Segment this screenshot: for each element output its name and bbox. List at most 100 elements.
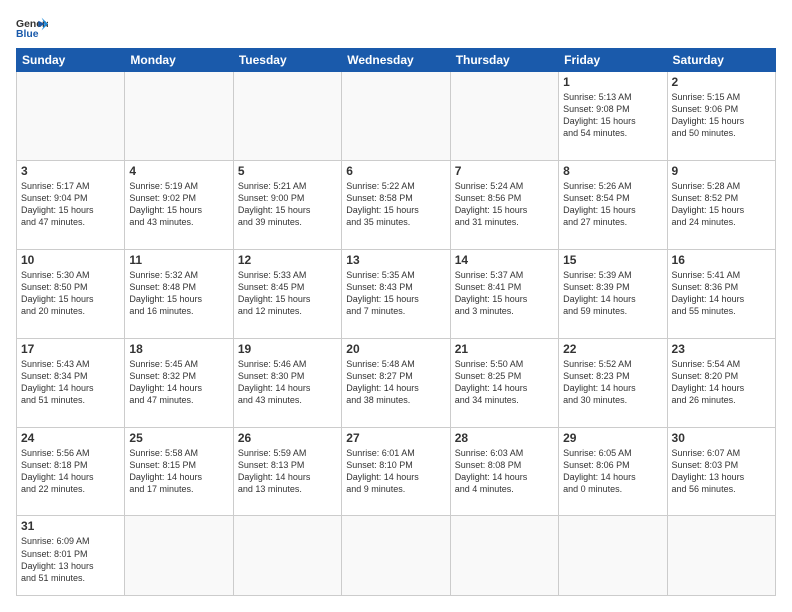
day-number: 24 xyxy=(21,431,120,445)
day-number: 22 xyxy=(563,342,662,356)
logo: General Blue xyxy=(16,16,48,40)
cell-content: Sunrise: 5:52 AM Sunset: 8:23 PM Dayligh… xyxy=(563,358,662,407)
cell-content: Sunrise: 5:58 AM Sunset: 8:15 PM Dayligh… xyxy=(129,447,228,496)
calendar-cell: 11Sunrise: 5:32 AM Sunset: 8:48 PM Dayli… xyxy=(125,249,233,338)
calendar-cell xyxy=(667,516,775,596)
cell-content: Sunrise: 5:35 AM Sunset: 8:43 PM Dayligh… xyxy=(346,269,445,318)
calendar-cell: 7 Sunrise: 5:24 AM Sunset: 8:56 PM Daylig… xyxy=(450,160,558,249)
day-number: 6 xyxy=(346,164,445,178)
cell-content: Sunrise: 5:30 AM Sunset: 8:50 PM Dayligh… xyxy=(21,269,120,318)
cell-content: Sunrise: 5:15 AM Sunset: 9:06 PM Dayligh… xyxy=(672,91,771,140)
day-number: 31 xyxy=(21,519,120,533)
day-number: 28 xyxy=(455,431,554,445)
weekday-header-monday: Monday xyxy=(125,49,233,72)
day-number: 12 xyxy=(238,253,337,267)
calendar-cell: 25Sunrise: 5:58 AM Sunset: 8:15 PM Dayli… xyxy=(125,427,233,516)
cell-content: Sunrise: 5:46 AM Sunset: 8:30 PM Dayligh… xyxy=(238,358,337,407)
calendar-cell xyxy=(17,72,125,161)
day-number: 18 xyxy=(129,342,228,356)
week-row-4: 24 Sunrise: 5:56 AM Sunset: 8:18 PM Dayli… xyxy=(17,427,776,516)
calendar-cell xyxy=(342,516,450,596)
cell-content: Sunrise: 5:59 AM Sunset: 8:13 PM Dayligh… xyxy=(238,447,337,496)
cell-content: Sunrise: 5:21 AM Sunset: 9:00 PM Dayligh… xyxy=(238,180,337,229)
calendar-cell xyxy=(559,516,667,596)
calendar-cell: 6Sunrise: 5:22 AM Sunset: 8:58 PM Daylig… xyxy=(342,160,450,249)
day-number: 4 xyxy=(129,164,228,178)
weekday-header-tuesday: Tuesday xyxy=(233,49,341,72)
day-number: 2 xyxy=(672,75,771,89)
day-number: 29 xyxy=(563,431,662,445)
cell-content: Sunrise: 5:45 AM Sunset: 8:32 PM Dayligh… xyxy=(129,358,228,407)
day-number: 7 xyxy=(455,164,554,178)
calendar-cell: 17Sunrise: 5:43 AM Sunset: 8:34 PM Dayli… xyxy=(17,338,125,427)
page: General Blue SundayMondayTuesdayWednesda… xyxy=(0,0,792,612)
cell-content: Sunrise: 6:09 AM Sunset: 8:01 PM Dayligh… xyxy=(21,535,120,584)
weekday-header-friday: Friday xyxy=(559,49,667,72)
calendar-cell xyxy=(342,72,450,161)
day-number: 8 xyxy=(563,164,662,178)
cell-content: Sunrise: 5:32 AM Sunset: 8:48 PM Dayligh… xyxy=(129,269,228,318)
cell-content: Sunrise: 5:43 AM Sunset: 8:34 PM Dayligh… xyxy=(21,358,120,407)
day-number: 3 xyxy=(21,164,120,178)
week-row-1: 3 Sunrise: 5:17 AM Sunset: 9:04 PM Daylig… xyxy=(17,160,776,249)
calendar-cell: 24 Sunrise: 5:56 AM Sunset: 8:18 PM Dayli… xyxy=(17,427,125,516)
cell-content: Sunrise: 6:07 AM Sunset: 8:03 PM Dayligh… xyxy=(672,447,771,496)
calendar-cell: 19 Sunrise: 5:46 AM Sunset: 8:30 PM Dayli… xyxy=(233,338,341,427)
day-number: 26 xyxy=(238,431,337,445)
svg-text:Blue: Blue xyxy=(16,29,39,40)
cell-content: Sunrise: 6:03 AM Sunset: 8:08 PM Dayligh… xyxy=(455,447,554,496)
calendar-cell: 26 Sunrise: 5:59 AM Sunset: 8:13 PM Dayli… xyxy=(233,427,341,516)
calendar-cell: 16Sunrise: 5:41 AM Sunset: 8:36 PM Dayli… xyxy=(667,249,775,338)
cell-content: Sunrise: 6:05 AM Sunset: 8:06 PM Dayligh… xyxy=(563,447,662,496)
cell-content: Sunrise: 5:17 AM Sunset: 9:04 PM Dayligh… xyxy=(21,180,120,229)
cell-content: Sunrise: 5:37 AM Sunset: 8:41 PM Dayligh… xyxy=(455,269,554,318)
calendar-cell: 21 Sunrise: 5:50 AM Sunset: 8:25 PM Dayli… xyxy=(450,338,558,427)
weekday-header-row: SundayMondayTuesdayWednesdayThursdayFrid… xyxy=(17,49,776,72)
day-number: 16 xyxy=(672,253,771,267)
calendar-cell: 28 Sunrise: 6:03 AM Sunset: 8:08 PM Dayli… xyxy=(450,427,558,516)
calendar-cell: 1Sunrise: 5:13 AM Sunset: 9:08 PM Daylig… xyxy=(559,72,667,161)
calendar-cell: 20 Sunrise: 5:48 AM Sunset: 8:27 PM Dayli… xyxy=(342,338,450,427)
cell-content: Sunrise: 6:01 AM Sunset: 8:10 PM Dayligh… xyxy=(346,447,445,496)
day-number: 5 xyxy=(238,164,337,178)
calendar-cell: 13 Sunrise: 5:35 AM Sunset: 8:43 PM Dayli… xyxy=(342,249,450,338)
calendar-cell: 22 Sunrise: 5:52 AM Sunset: 8:23 PM Dayli… xyxy=(559,338,667,427)
calendar-cell: 15Sunrise: 5:39 AM Sunset: 8:39 PM Dayli… xyxy=(559,249,667,338)
day-number: 13 xyxy=(346,253,445,267)
calendar-cell: 30 Sunrise: 6:07 AM Sunset: 8:03 PM Dayli… xyxy=(667,427,775,516)
calendar-cell xyxy=(233,516,341,596)
weekday-header-thursday: Thursday xyxy=(450,49,558,72)
cell-content: Sunrise: 5:28 AM Sunset: 8:52 PM Dayligh… xyxy=(672,180,771,229)
day-number: 21 xyxy=(455,342,554,356)
calendar-cell: 31 Sunrise: 6:09 AM Sunset: 8:01 PM Dayli… xyxy=(17,516,125,596)
cell-content: Sunrise: 5:48 AM Sunset: 8:27 PM Dayligh… xyxy=(346,358,445,407)
calendar-cell: 12Sunrise: 5:33 AM Sunset: 8:45 PM Dayli… xyxy=(233,249,341,338)
cell-content: Sunrise: 5:50 AM Sunset: 8:25 PM Dayligh… xyxy=(455,358,554,407)
cell-content: Sunrise: 5:13 AM Sunset: 9:08 PM Dayligh… xyxy=(563,91,662,140)
week-row-2: 10Sunrise: 5:30 AM Sunset: 8:50 PM Dayli… xyxy=(17,249,776,338)
calendar-cell: 27Sunrise: 6:01 AM Sunset: 8:10 PM Dayli… xyxy=(342,427,450,516)
calendar-cell xyxy=(125,516,233,596)
calendar-table: SundayMondayTuesdayWednesdayThursdayFrid… xyxy=(16,48,776,596)
day-number: 15 xyxy=(563,253,662,267)
day-number: 14 xyxy=(455,253,554,267)
calendar-cell: 4Sunrise: 5:19 AM Sunset: 9:02 PM Daylig… xyxy=(125,160,233,249)
calendar-cell: 18 Sunrise: 5:45 AM Sunset: 8:32 PM Dayli… xyxy=(125,338,233,427)
cell-content: Sunrise: 5:24 AM Sunset: 8:56 PM Dayligh… xyxy=(455,180,554,229)
calendar-cell xyxy=(450,516,558,596)
calendar-cell: 3 Sunrise: 5:17 AM Sunset: 9:04 PM Daylig… xyxy=(17,160,125,249)
day-number: 9 xyxy=(672,164,771,178)
calendar-cell: 29 Sunrise: 6:05 AM Sunset: 8:06 PM Dayli… xyxy=(559,427,667,516)
day-number: 19 xyxy=(238,342,337,356)
cell-content: Sunrise: 5:56 AM Sunset: 8:18 PM Dayligh… xyxy=(21,447,120,496)
calendar-cell xyxy=(450,72,558,161)
calendar-cell: 9 Sunrise: 5:28 AM Sunset: 8:52 PM Daylig… xyxy=(667,160,775,249)
day-number: 23 xyxy=(672,342,771,356)
week-row-3: 17Sunrise: 5:43 AM Sunset: 8:34 PM Dayli… xyxy=(17,338,776,427)
calendar-cell: 2 Sunrise: 5:15 AM Sunset: 9:06 PM Daylig… xyxy=(667,72,775,161)
header: General Blue xyxy=(16,16,776,40)
calendar-cell: 8 Sunrise: 5:26 AM Sunset: 8:54 PM Daylig… xyxy=(559,160,667,249)
day-number: 30 xyxy=(672,431,771,445)
day-number: 20 xyxy=(346,342,445,356)
cell-content: Sunrise: 5:26 AM Sunset: 8:54 PM Dayligh… xyxy=(563,180,662,229)
